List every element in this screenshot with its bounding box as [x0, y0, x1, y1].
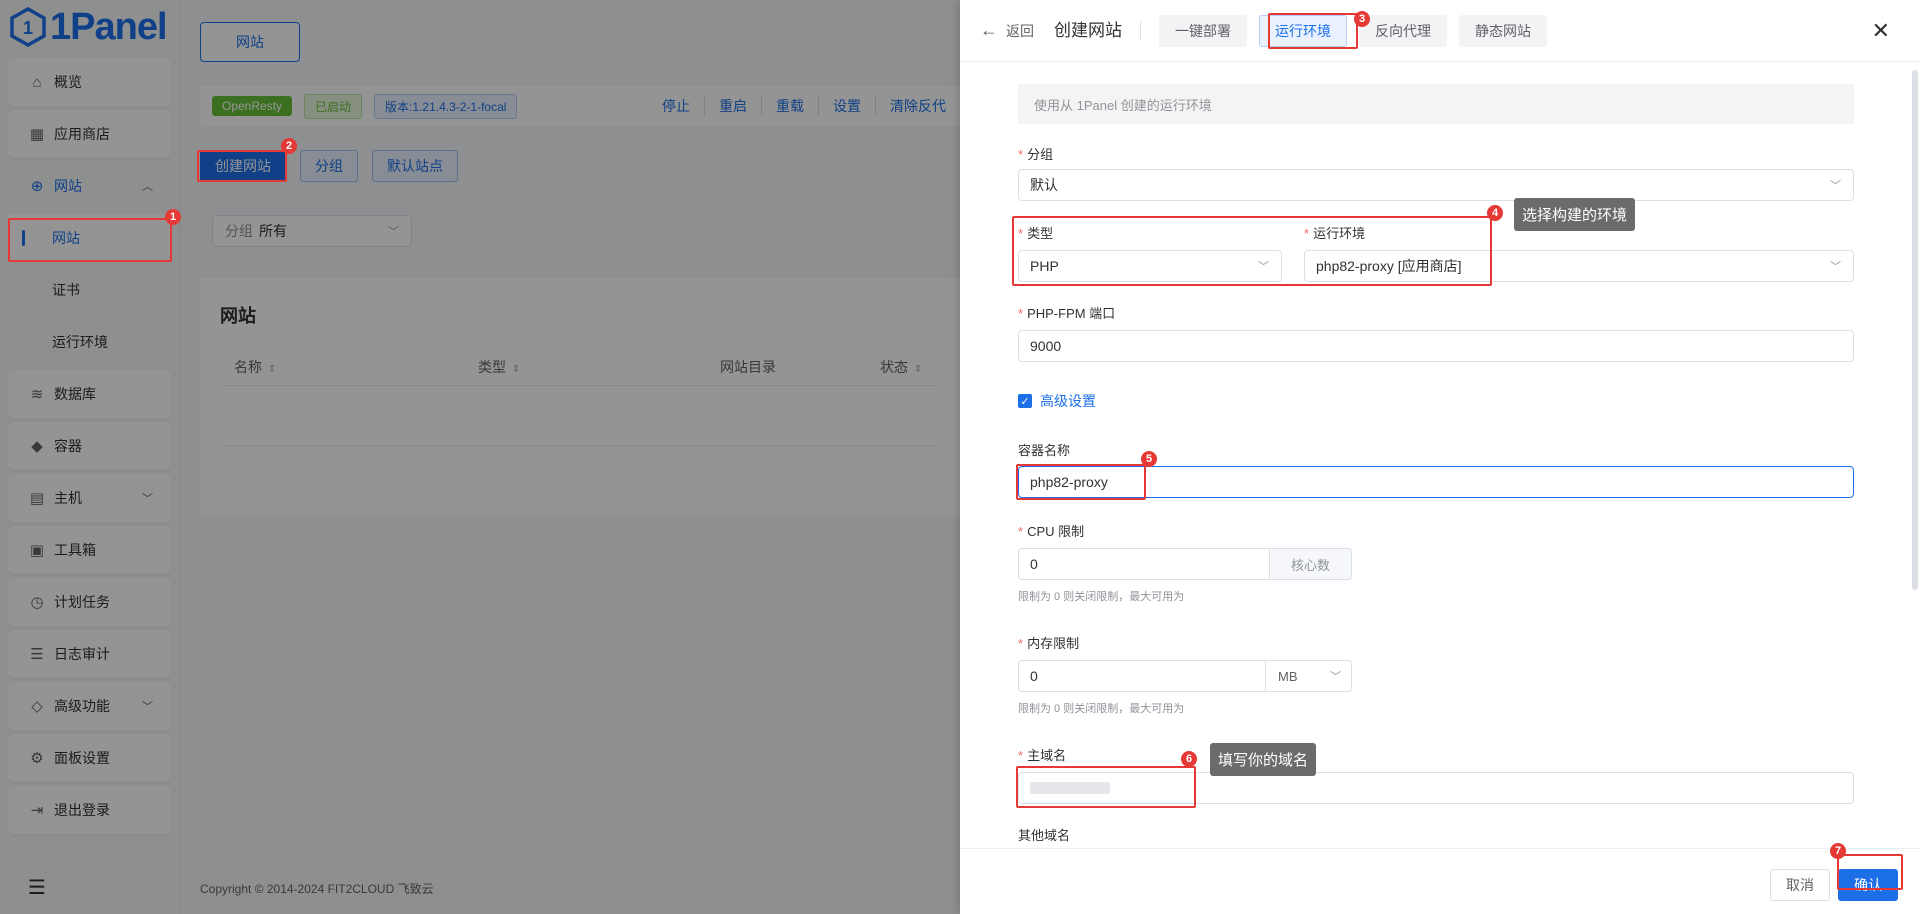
tooltip-domain: 填写你的域名: [1210, 743, 1317, 776]
tab-one-click[interactable]: 一键部署: [1159, 14, 1247, 47]
advanced-settings-checkbox[interactable]: ✓ 高级设置: [1018, 391, 1096, 411]
primary-domain-label: * 主域名: [1018, 748, 1067, 763]
drawer-title: 创建网站: [1054, 20, 1141, 41]
runtime-label: * 运行环境: [1304, 226, 1366, 241]
type-label: * 类型: [1018, 226, 1054, 241]
label-text: 类型: [1027, 226, 1054, 241]
step-badge: 4: [1487, 205, 1503, 221]
runtime-select[interactable]: php82-proxy [应用商店] ﹀: [1304, 250, 1854, 282]
info-alert: 使用从 1Panel 创建的运行环境: [1018, 84, 1854, 124]
label-text: 内存限制: [1027, 636, 1080, 651]
label-text: 分组: [1027, 147, 1054, 162]
tab-static[interactable]: 静态网站: [1459, 14, 1547, 47]
group-label: * 分组: [1018, 147, 1054, 162]
select-value: php82-proxy [应用商店]: [1316, 258, 1462, 274]
step-badge: 6: [1181, 751, 1197, 767]
create-website-drawer: ← 返回 创建网站 一键部署 运行环境 反向代理 静态网站 ✕ 使用从 1Pan…: [960, 0, 1920, 914]
arrow-left-icon: ←: [980, 20, 998, 40]
memory-unit-select[interactable]: MB ﹀: [1266, 660, 1352, 692]
primary-domain-input[interactable]: [1018, 772, 1854, 804]
cpu-unit-addon: 核心数: [1270, 548, 1352, 580]
step-badge: 2: [281, 138, 297, 154]
scrollbar[interactable]: [1912, 70, 1918, 590]
label-text: 其他域名: [1018, 828, 1071, 843]
tab-runtime[interactable]: 运行环境: [1259, 14, 1347, 47]
label-text: PHP-FPM 端口: [1027, 306, 1116, 321]
container-name-label: 容器名称: [1018, 440, 1070, 459]
memory-limit-input[interactable]: 0: [1018, 660, 1266, 692]
fpm-port-label: * PHP-FPM 端口: [1018, 306, 1116, 321]
input-value: 9000: [1030, 338, 1062, 354]
step-badge: 3: [1354, 11, 1370, 27]
cancel-button[interactable]: 取消: [1770, 869, 1830, 901]
chevron-down-icon: ﹀: [1830, 180, 1841, 192]
checkmark-icon: ✓: [1018, 394, 1032, 408]
drawer-header: ← 返回 创建网站 一键部署 运行环境 反向代理 静态网站 ✕: [960, 0, 1920, 62]
back-button[interactable]: ← 返回: [980, 20, 1034, 41]
redacted-domain: [1030, 782, 1110, 794]
select-value: PHP: [1030, 258, 1059, 274]
memory-limit-label: * 内存限制: [1018, 636, 1080, 651]
container-name-input[interactable]: php82-proxy: [1018, 466, 1854, 498]
cpu-hint: 限制为 0 则关闭限制，最大可用为: [1018, 591, 1185, 603]
step-badge: 5: [1141, 451, 1157, 467]
checkbox-label: 高级设置: [1040, 393, 1096, 409]
input-value: 0: [1030, 668, 1038, 684]
cpu-limit-label: * CPU 限制: [1018, 524, 1085, 539]
back-label: 返回: [1006, 22, 1034, 39]
label-text: 容器名称: [1018, 443, 1071, 458]
drawer-form: 使用从 1Panel 创建的运行环境 * 分组 默认 ﹀ * 类型 PHP ﹀ * 运…: [960, 62, 1920, 848]
cpu-limit-input[interactable]: 0: [1018, 548, 1270, 580]
select-value: 默认: [1030, 177, 1058, 193]
tab-reverse-proxy[interactable]: 反向代理: [1359, 14, 1447, 47]
label-text: CPU 限制: [1027, 524, 1085, 539]
drawer-footer: 取消 确认: [960, 848, 1920, 914]
tooltip-env: 选择构建的环境: [1514, 198, 1636, 231]
confirm-button[interactable]: 确认: [1838, 869, 1898, 901]
type-select[interactable]: PHP ﹀: [1018, 250, 1282, 282]
fpm-port-input[interactable]: 9000: [1018, 330, 1854, 362]
app-root: 1 1Panel ⌂ 概览 ▦ 应用商店 ⊕ 网站 ︿ 网站 证书 运行环境 ≋…: [0, 0, 1920, 914]
step-badge: 7: [1830, 843, 1846, 859]
input-value: 0: [1030, 556, 1038, 572]
select-value: MB: [1278, 668, 1298, 684]
group-select[interactable]: 默认 ﹀: [1018, 169, 1854, 201]
label-text: 运行环境: [1313, 226, 1366, 241]
close-icon[interactable]: ✕: [1872, 20, 1890, 42]
label-text: 主域名: [1027, 748, 1067, 763]
chevron-down-icon: ﹀: [1258, 261, 1269, 273]
other-domains-label: 其他域名: [1018, 825, 1070, 844]
chevron-down-icon: ﹀: [1830, 261, 1841, 273]
modal-overlay[interactable]: [0, 0, 960, 914]
memory-hint: 限制为 0 则关闭限制，最大可用为: [1018, 703, 1185, 715]
step-badge: 1: [165, 209, 181, 225]
input-value: php82-proxy: [1030, 474, 1108, 490]
chevron-down-icon: ﹀: [1330, 671, 1341, 683]
